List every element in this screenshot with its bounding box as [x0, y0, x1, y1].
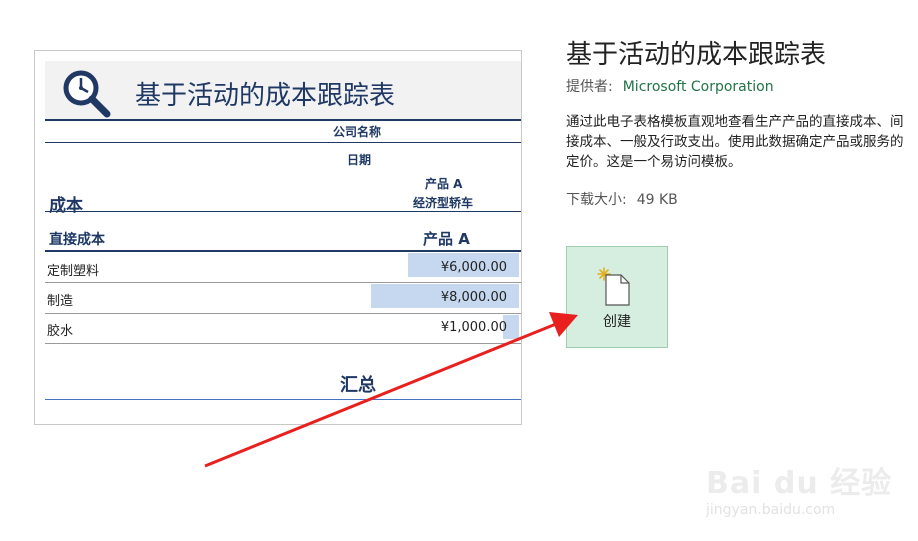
row-label: 胶水 [47, 324, 74, 339]
watermark-brand: Bai du 经验 [706, 466, 893, 501]
provider-name: Microsoft Corporation [622, 79, 774, 95]
template-preview: 基于活动的成本跟踪表 公司名称 日期 产品 A 经济型轿车 成本 直接成本 产品… [34, 50, 522, 425]
template-title: 基于活动的成本跟踪表 [566, 40, 827, 70]
cost-heading: 成本 [49, 196, 83, 216]
company-label: 公司名称 [333, 125, 382, 139]
preview-title: 基于活动的成本跟踪表 [135, 81, 396, 111]
watermark-url: jingyan.baidu.com [706, 502, 836, 518]
download-size-value: 49 KB [636, 192, 678, 208]
divider [45, 282, 521, 283]
divider [45, 250, 521, 252]
template-description: 通过此电子表格模板直观地查看生产产品的直接成本、间接成本、一般及行政支出。使用此… [566, 114, 904, 170]
divider [45, 399, 521, 400]
divider [45, 142, 521, 143]
direct-cost-heading: 直接成本 [49, 232, 105, 248]
provider-line: 提供者: Microsoft Corporation [566, 76, 774, 96]
download-size-label: 下载大小: [566, 192, 627, 208]
divider [45, 119, 521, 121]
divider [45, 211, 521, 212]
magnifier-clock-icon [63, 70, 111, 118]
baidu-watermark: Bai du 经验 jingyan.baidu.com [706, 458, 906, 528]
row-value: ¥8,000.00 [440, 290, 507, 305]
row-label: 定制塑料 [47, 264, 100, 279]
product-type: 经济型轿车 [413, 196, 474, 210]
date-label: 日期 [347, 153, 372, 167]
new-document-icon [597, 267, 630, 306]
product-label: 产品 A [425, 177, 463, 191]
create-button[interactable]: 创建 [566, 246, 668, 348]
product-column-header: 产品 A [423, 230, 470, 248]
divider [45, 313, 521, 314]
total-heading: 汇总 [340, 375, 376, 396]
row-value: ¥1,000.00 [440, 320, 507, 335]
create-label: 创建 [603, 314, 631, 330]
divider [45, 343, 521, 344]
download-size: 下载大小: 49 KB [566, 189, 678, 209]
provider-label: 提供者: [566, 79, 613, 95]
row-label: 制造 [47, 294, 74, 309]
row-value: ¥6,000.00 [440, 260, 507, 275]
preview-header: 基于活动的成本跟踪表 [45, 61, 521, 119]
